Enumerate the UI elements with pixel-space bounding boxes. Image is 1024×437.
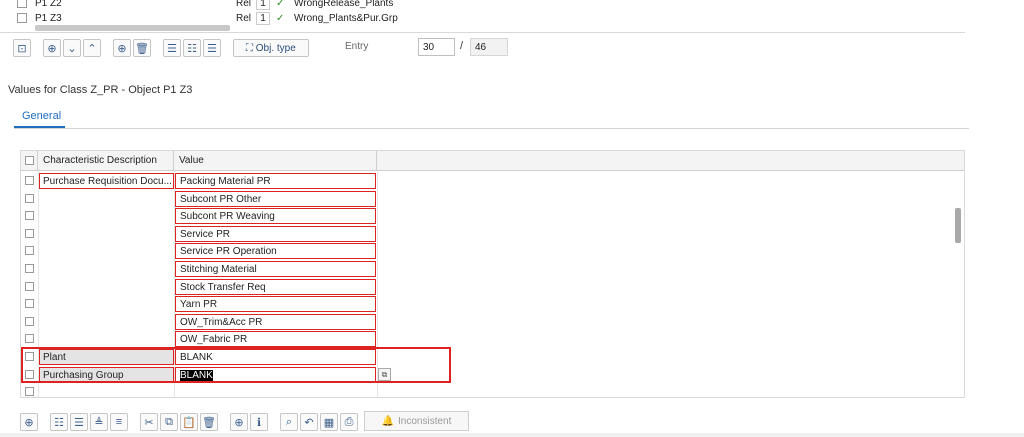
horizontal-scrollbar[interactable]	[35, 25, 230, 31]
table-row[interactable]: Subcont PR Weaving	[21, 207, 964, 225]
chevron-down-icon[interactable]: ⌄	[63, 39, 81, 57]
object-id: P1 Z2	[35, 0, 62, 9]
column-header-value[interactable]: Value	[175, 151, 377, 171]
value-field[interactable]: Yarn PR	[175, 296, 376, 313]
hierarchy-icon: ⛶	[246, 42, 256, 54]
value-field[interactable]: OW_Fabric PR	[175, 331, 376, 348]
table-row[interactable]: Stock Transfer Req	[21, 278, 964, 296]
select-all-checkbox[interactable]	[25, 156, 34, 165]
checkmark-icon: ✓	[276, 12, 285, 24]
row-selector[interactable]	[21, 383, 38, 401]
value-field[interactable]: Stock Transfer Req	[175, 278, 376, 295]
tab-divider	[14, 128, 969, 129]
row-selector[interactable]	[21, 278, 38, 296]
row-selector[interactable]	[21, 330, 38, 348]
table-row[interactable]	[21, 383, 964, 401]
value-field[interactable]: Service PR	[175, 225, 376, 242]
list-icon[interactable]: ☰	[163, 39, 181, 57]
copy-icon[interactable]: ⧉	[160, 413, 178, 431]
page-title: Values for Class Z_PR - Object P1 Z3	[8, 84, 193, 96]
list-detail-icon[interactable]: ☷	[183, 39, 201, 57]
row-selector[interactable]	[21, 207, 38, 225]
value-field[interactable]: Stitching Material	[175, 261, 376, 277]
paste-icon[interactable]: 📋	[180, 413, 198, 431]
obj-type-button[interactable]: ⛶ Obj. type	[233, 39, 309, 57]
list-detail-icon[interactable]: ☰	[70, 413, 88, 431]
add-icon[interactable]: ⊕	[230, 413, 248, 431]
status-rel: Rel	[236, 12, 252, 24]
grid-header: Characteristic Description Value	[21, 151, 964, 171]
checkmark-icon: ✓	[276, 0, 285, 9]
characteristic-description[interactable]: Purchase Requisition Docu...	[39, 173, 174, 189]
trash-icon[interactable]: 🗑	[200, 413, 218, 431]
row-selector[interactable]	[21, 295, 38, 313]
row-selector[interactable]	[21, 313, 38, 331]
inconsistent-label: Inconsistent	[398, 415, 452, 427]
row-selector[interactable]	[21, 260, 38, 278]
sort-descending-icon[interactable]: ≡	[110, 413, 128, 431]
column-header-description[interactable]: Characteristic Description	[39, 151, 174, 171]
find-icon[interactable]: ⊕	[20, 413, 38, 431]
grid-toolbar: ⊕ ☷ ☰ ≜ ≡ ✂ ⧉ 📋 🗑 ⊕ ℹ ⌕ ↶ ▦ ⎙	[20, 412, 360, 432]
trash-icon[interactable]: 🗑	[133, 39, 151, 57]
row-checkbox[interactable]	[17, 0, 27, 8]
object-toolbar: ⊡ ⊕ ⌄ ⌃ ⊕ 🗑 ☰ ☷ ☰ ⛶ Obj. type	[13, 38, 311, 58]
table-row[interactable]: OW_Fabric PR	[21, 330, 964, 348]
row-selector[interactable]	[21, 190, 38, 208]
table-row[interactable]: Yarn PR	[21, 295, 964, 313]
document-icon[interactable]: ⎙	[340, 413, 358, 431]
vertical-scrollbar[interactable]	[955, 208, 961, 243]
characteristics-grid: Characteristic Description Value Purchas…	[20, 150, 965, 398]
entry-separator: /	[460, 40, 464, 52]
object-id: P1 Z3	[35, 12, 62, 24]
object-description: Wrong_Plants&Pur.Grp	[294, 12, 398, 24]
row-selector[interactable]	[21, 225, 38, 243]
find-icon[interactable]: ⊕	[43, 39, 61, 57]
table-row[interactable]: Stitching Material	[21, 260, 964, 278]
value-field[interactable]: Service PR Operation	[175, 243, 376, 260]
table-row[interactable]: Subcont PR Other	[21, 190, 964, 208]
entry-label: Entry	[345, 41, 369, 52]
row-selector[interactable]	[21, 172, 38, 190]
select-all-icon[interactable]: ⊡	[13, 39, 31, 57]
list-select-icon[interactable]: ☰	[203, 39, 221, 57]
row-selector[interactable]	[21, 242, 38, 260]
object-list-table: P1 Z2 Rel 1 ✓ WrongRelease_Plants P1 Z3 …	[0, 0, 965, 33]
list-icon[interactable]: ☷	[50, 413, 68, 431]
value-field[interactable]: OW_Trim&Acc PR	[175, 313, 376, 330]
search-icon[interactable]: ⌕	[280, 413, 298, 431]
value-field[interactable]: Subcont PR Other	[175, 190, 376, 207]
value-field[interactable]: Packing Material PR	[175, 173, 376, 189]
table-row[interactable]: Service PR Operation	[21, 242, 964, 260]
entry-input[interactable]: 30	[418, 38, 455, 56]
bell-icon: 🔔	[381, 415, 395, 427]
value-field[interactable]: Subcont PR Weaving	[175, 208, 376, 225]
bottom-border	[0, 433, 1024, 437]
entry-total: 46	[470, 38, 508, 56]
undo-icon[interactable]: ↶	[300, 413, 318, 431]
table-row[interactable]: OW_Trim&Acc PR	[21, 313, 964, 331]
object-description: WrongRelease_Plants	[294, 0, 394, 9]
status-num: 1	[256, 11, 270, 25]
cut-icon[interactable]: ✂	[140, 413, 158, 431]
table-icon[interactable]: ▦	[320, 413, 338, 431]
table-row[interactable]: Purchase Requisition Docu... Packing Mat…	[21, 172, 964, 190]
select-all-checkbox-cell[interactable]	[21, 151, 38, 171]
chevron-up-icon[interactable]: ⌃	[83, 39, 101, 57]
table-row[interactable]: Service PR	[21, 225, 964, 243]
object-row[interactable]: P1 Z2 Rel 1 ✓ WrongRelease_Plants	[0, 0, 965, 10]
status-rel: Rel	[236, 0, 252, 9]
sort-ascending-icon[interactable]: ≜	[90, 413, 108, 431]
object-row[interactable]: P1 Z3 Rel 1 ✓ Wrong_Plants&Pur.Grp	[0, 11, 965, 25]
status-num: 1	[256, 0, 270, 10]
info-icon[interactable]: ℹ	[250, 413, 268, 431]
row-checkbox[interactable]	[17, 13, 27, 23]
highlight-annotation	[21, 347, 451, 383]
inconsistent-button[interactable]: 🔔 Inconsistent	[364, 411, 469, 431]
add-icon[interactable]: ⊕	[113, 39, 131, 57]
tab-general[interactable]: General	[14, 108, 69, 128]
